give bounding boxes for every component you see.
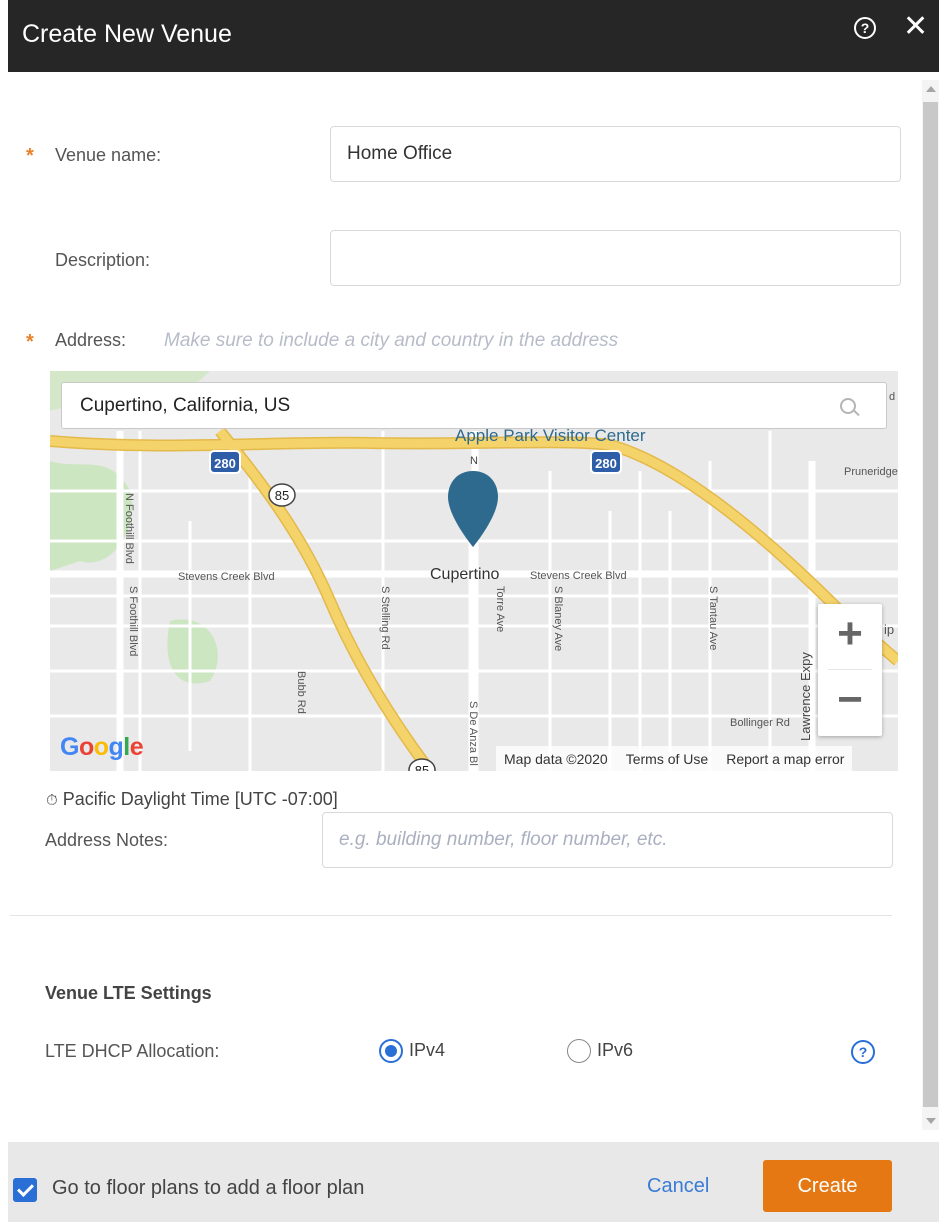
s-stelling-label: S Stelling Rd — [379, 586, 391, 650]
bubb-label: Bubb Rd — [295, 671, 307, 714]
close-icon[interactable]: ✕ — [903, 10, 928, 44]
highway-shield-280-right: 280 — [590, 450, 622, 474]
map-edge-d-label: d — [889, 391, 895, 403]
google-logo: Google — [60, 733, 144, 761]
address-label: Address: — [55, 330, 127, 350]
required-marker: * — [26, 145, 34, 167]
hwy-280-right-label: 280 — [595, 456, 617, 471]
address-hint: Make sure to include a city and country … — [164, 330, 619, 351]
scroll-up-arrow-icon[interactable] — [926, 86, 936, 92]
lte-help-icon[interactable]: ? — [851, 1040, 875, 1064]
torre-label: Torre Ave — [494, 586, 506, 632]
venue-name-label: Venue name: — [55, 145, 162, 165]
map-search-input[interactable] — [61, 382, 887, 429]
ipv4-label: IPv4 — [409, 1040, 446, 1060]
required-marker: * — [26, 331, 34, 353]
location-marker-icon — [448, 471, 498, 547]
terms-of-use-link[interactable]: Terms of Use — [626, 751, 708, 767]
cancel-button[interactable]: Cancel — [647, 1175, 709, 1198]
bollinger-label: Bollinger Rd — [730, 717, 790, 729]
highway-shield-85-bottom: 85 — [408, 758, 436, 771]
hwy-85-bottom-label: 85 — [415, 763, 429, 771]
ipv4-radio[interactable] — [379, 1039, 403, 1063]
address-notes-input[interactable] — [322, 812, 893, 868]
map-zoom-control: + − — [818, 604, 882, 736]
report-map-error-link[interactable]: Report a map error — [726, 751, 844, 767]
section-divider — [10, 915, 892, 916]
n-foothill-label: N Foothill Blvd — [123, 493, 135, 564]
create-button[interactable]: Create — [763, 1160, 892, 1212]
map-edge-ip-label: ip — [884, 622, 894, 637]
map-park — [167, 619, 218, 684]
dialog-header: Create New Venue ? ✕ — [8, 0, 939, 72]
help-icon[interactable]: ? — [854, 17, 876, 39]
lte-dhcp-label: LTE DHCP Allocation: — [45, 1041, 220, 1061]
stevens-creek-west-label: Stevens Creek Blvd — [178, 571, 275, 583]
floor-plan-checkbox[interactable] — [13, 1178, 37, 1202]
map-canvas: 280 280 85 85 Apple Park Visitor Center … — [50, 371, 898, 771]
dialog-footer: Go to floor plans to add a floor plan Ca… — [8, 1142, 939, 1222]
description-label: Description: — [55, 250, 151, 270]
map-attribution: Map data ©2020 Terms of Use Report a map… — [496, 746, 853, 771]
cupertino-label: Cupertino — [430, 566, 499, 583]
scrollbar-thumb[interactable] — [923, 102, 938, 1107]
description-input[interactable] — [330, 230, 901, 286]
ipv6-radio[interactable] — [567, 1039, 591, 1063]
scroll-down-arrow-icon[interactable] — [926, 1118, 936, 1124]
map-data-text: Map data ©2020 — [504, 750, 608, 767]
ipv6-label: IPv6 — [597, 1040, 634, 1060]
lawrence-label: Lawrence Expy — [798, 652, 813, 741]
search-icon[interactable] — [840, 398, 856, 414]
clock-icon: ⏱ — [46, 792, 58, 809]
floor-plan-checkbox-label[interactable]: Go to floor plans to add a floor plan — [52, 1177, 364, 1200]
lte-section-title: Venue LTE Settings — [45, 983, 212, 1003]
address-map[interactable]: 280 280 85 85 Apple Park Visitor Center … — [50, 371, 898, 771]
hwy-85-label: 85 — [275, 488, 289, 503]
timezone-text: Pacific Daylight Time [UTC -07:00] — [62, 789, 338, 809]
map-n-label: N — [470, 455, 478, 467]
venue-name-input[interactable] — [330, 126, 901, 182]
highway-shield-85: 85 — [268, 483, 296, 507]
address-notes-label: Address Notes: — [45, 830, 169, 850]
s-blaney-label: S Blaney Ave — [552, 586, 564, 651]
zoom-in-button[interactable]: + — [818, 604, 882, 668]
stevens-creek-east-label: Stevens Creek Blvd — [530, 570, 627, 582]
s-de-anza-label: S De Anza Bl — [467, 701, 479, 766]
zoom-out-button[interactable]: − — [818, 670, 882, 734]
timezone-info: ⏱ Pacific Daylight Time [UTC -07:00] — [46, 789, 338, 810]
hwy-280-left-label: 280 — [214, 456, 236, 471]
scrollbar[interactable] — [922, 80, 939, 1130]
dialog-title: Create New Venue — [22, 20, 232, 48]
s-tantau-label: S Tantau Ave — [707, 586, 719, 650]
s-foothill-label: S Foothill Blvd — [127, 586, 139, 656]
pruneridge-label: Pruneridge A — [844, 466, 898, 478]
highway-shield-280-left: 280 — [209, 450, 241, 474]
